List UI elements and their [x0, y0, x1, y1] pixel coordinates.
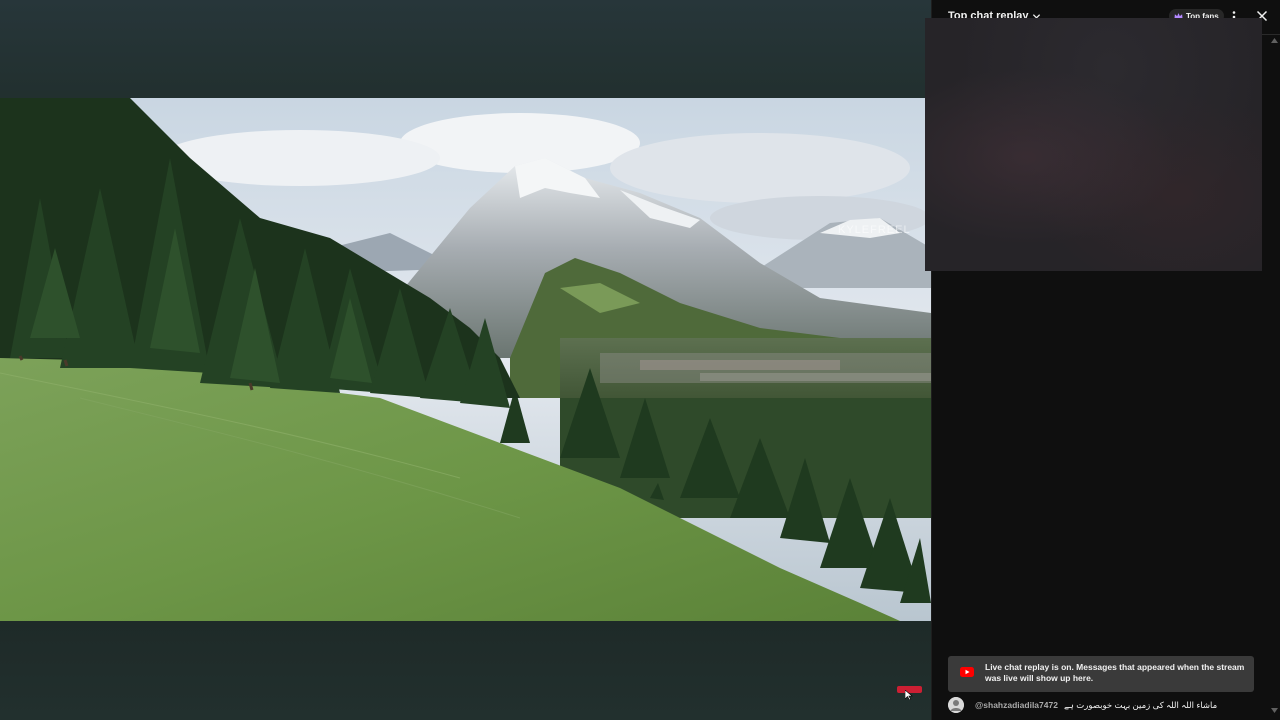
chat-replay-notice: Live chat replay is on. Messages that ap… [948, 656, 1254, 692]
chat-message[interactable]: @shahzadiadila7472 ماشاء اللہ اللہ کی زم… [948, 696, 1268, 714]
avatar[interactable] [948, 697, 964, 713]
chat-message-text: ماشاء اللہ اللہ کی زمین بہت خوبصورت ہے [1063, 699, 1218, 710]
video-frame[interactable]: KYLEFREEL [0, 98, 931, 621]
scroll-up-arrow-icon[interactable] [1271, 38, 1278, 43]
chat-replay-notice-text: Live chat replay is on. Messages that ap… [985, 662, 1245, 683]
video-player[interactable]: KYLEFREEL [0, 0, 931, 720]
youtube-icon [960, 667, 974, 677]
user-avatar-icon [948, 697, 964, 713]
chat-message-author[interactable]: @shahzadiadila7472 [975, 700, 1058, 710]
mouse-cursor-icon [905, 690, 913, 700]
video-watermark: KYLEFREEL [838, 224, 911, 236]
scroll-down-arrow-icon[interactable] [1271, 708, 1278, 713]
webcam-overlay [925, 18, 1262, 271]
landscape-scene [0, 98, 931, 621]
